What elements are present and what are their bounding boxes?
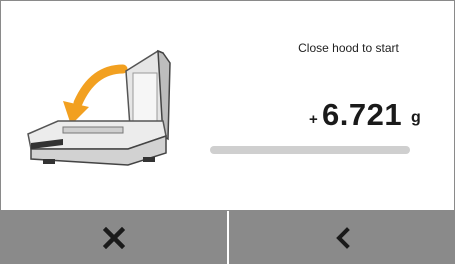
close-x-icon	[102, 226, 125, 249]
weight-readout: + 6.721 g	[289, 97, 439, 137]
weighing-pan	[62, 126, 124, 134]
progress-bar	[210, 146, 410, 154]
balance-screen: Close hood to start + 6.721 g	[0, 0, 455, 264]
back-button[interactable]	[231, 211, 455, 264]
cancel-button[interactable]	[0, 211, 229, 264]
balance-hood-illustration	[27, 49, 171, 166]
chevron-left-icon	[336, 226, 350, 249]
foot-right	[143, 157, 155, 162]
weight-unit: g	[411, 109, 421, 126]
status-panel: Close hood to start + 6.721 g	[1, 1, 454, 210]
close-direction-arrow-icon	[73, 64, 128, 108]
foot-left	[43, 159, 55, 164]
weight-value: 6.721	[322, 97, 403, 132]
weight-sign: +	[309, 111, 318, 128]
instruction-text: Close hood to start	[298, 41, 399, 55]
